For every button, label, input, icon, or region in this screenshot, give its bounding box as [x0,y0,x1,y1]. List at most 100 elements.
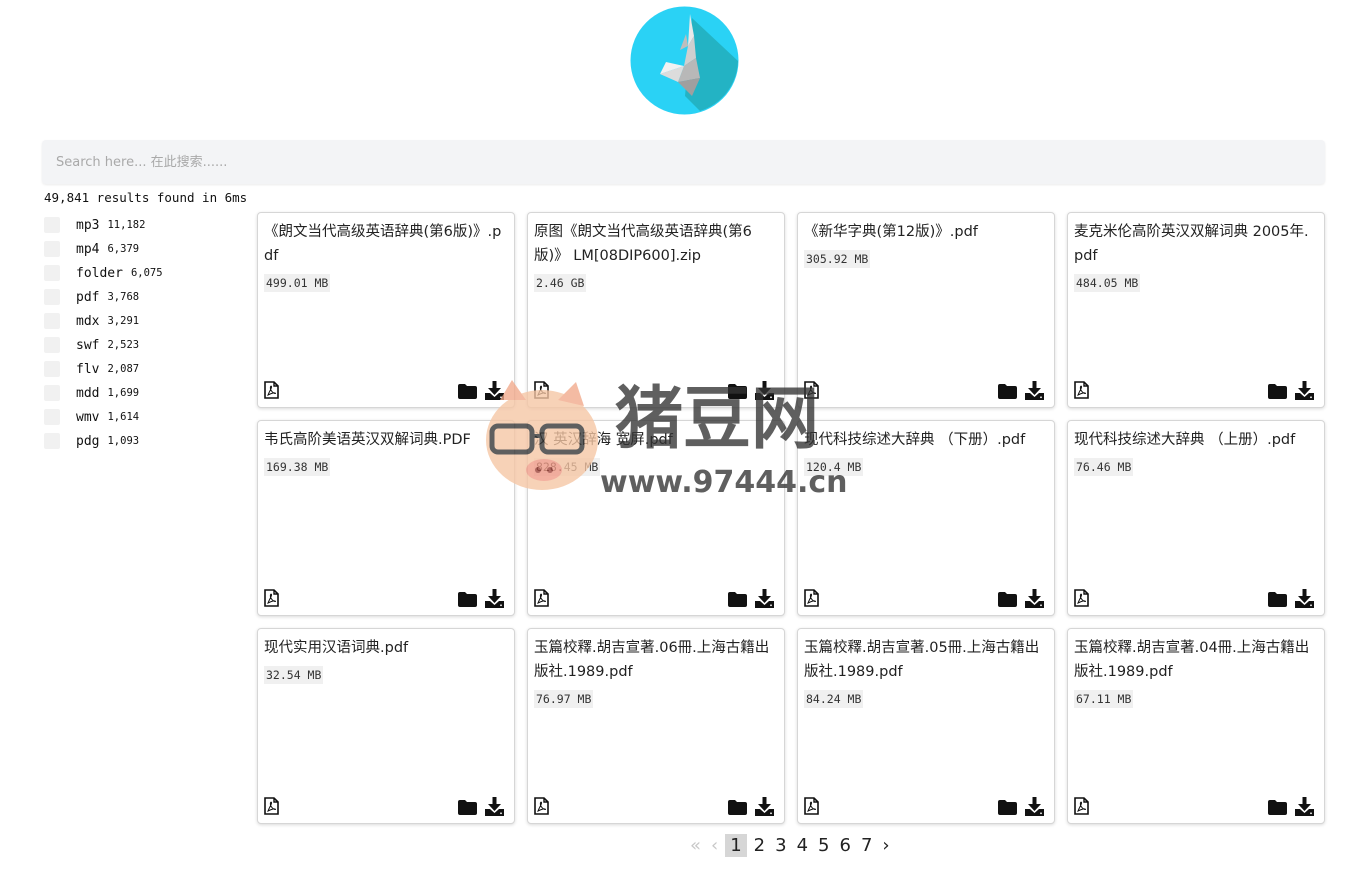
result-card[interactable]: 《新华字典(第12版)》.pdf 305.92 MB [797,212,1055,408]
prev-page-button[interactable]: ‹ [711,835,718,856]
facet-label: swf [76,337,100,353]
result-card[interactable]: 原图《朗文当代高级英语辞典(第6版)》 LM[08DIP600].zip 2.46… [527,212,785,408]
download-icon[interactable] [1025,797,1044,816]
search-bar[interactable] [42,140,1325,184]
pdf-file-icon [534,797,549,815]
folder-icon[interactable] [458,592,477,607]
result-card[interactable]: 汉 英汉辞海 宽屏.pdf 828.45 MB [527,420,785,616]
result-title[interactable]: 现代科技综述大辞典 （上册）.pdf [1074,428,1316,452]
pdf-file-icon [264,381,279,399]
result-title[interactable]: 韦氏高阶美语英汉双解词典.PDF [264,428,506,452]
folder-icon[interactable] [1268,384,1287,399]
download-icon[interactable] [755,797,774,816]
bird-logo-icon [630,6,739,115]
facet-checkbox[interactable] [44,265,60,281]
download-icon[interactable] [1295,381,1314,400]
facet-item-pdf[interactable]: pdf 3,768 [44,285,244,309]
search-input[interactable] [42,140,1325,184]
facet-item-mp3[interactable]: mp3 11,182 [44,213,244,237]
folder-icon[interactable] [998,800,1017,815]
result-title[interactable]: 原图《朗文当代高级英语辞典(第6版)》 LM[08DIP600].zip [534,220,776,268]
result-size: 120.4 MB [804,458,864,476]
facet-checkbox[interactable] [44,337,60,353]
download-icon[interactable] [1025,589,1044,608]
pdf-file-icon [534,381,549,399]
result-size: 32.54 MB [264,666,324,684]
pdf-file-icon [1074,797,1089,815]
folder-icon[interactable] [1268,800,1287,815]
next-page-button[interactable]: › [882,835,889,856]
result-card[interactable]: 玉篇校釋.胡吉宣著.04冊.上海古籍出版社.1989.pdf 67.11 MB [1067,628,1325,824]
facet-checkbox[interactable] [44,313,60,329]
first-page-button[interactable]: « [690,835,701,856]
result-title[interactable]: 玉篇校釋.胡吉宣著.04冊.上海古籍出版社.1989.pdf [1074,636,1316,684]
result-title[interactable]: 现代实用汉语词典.pdf [264,636,506,660]
result-card[interactable]: 现代科技综述大辞典 （上册）.pdf 76.46 MB [1067,420,1325,616]
result-size: 499.01 MB [264,274,331,292]
page-link-4[interactable]: 4 [797,835,808,856]
pdf-file-icon [1074,589,1089,607]
result-title[interactable]: 玉篇校釋.胡吉宣著.05冊.上海古籍出版社.1989.pdf [804,636,1046,684]
folder-icon[interactable] [458,384,477,399]
download-icon[interactable] [485,797,504,816]
facet-item-mdx[interactable]: mdx 3,291 [44,309,244,333]
pdf-file-icon [804,797,819,815]
pdf-file-icon [804,381,819,399]
facet-count: 1,093 [107,435,140,447]
folder-icon[interactable] [1268,592,1287,607]
facet-item-pdg[interactable]: pdg 1,093 [44,429,244,453]
result-card[interactable]: 现代实用汉语词典.pdf 32.54 MB [257,628,515,824]
page-link-5[interactable]: 5 [818,835,829,856]
site-logo[interactable] [630,6,739,115]
facet-count: 6,075 [130,267,163,279]
download-icon[interactable] [485,381,504,400]
facet-item-flv[interactable]: flv 2,087 [44,357,244,381]
result-title[interactable]: 汉 英汉辞海 宽屏.pdf [534,428,776,452]
page-link-3[interactable]: 3 [775,835,786,856]
facet-count: 11,182 [107,219,146,231]
folder-icon[interactable] [728,592,747,607]
result-title[interactable]: 麦克米伦高阶英汉双解词典 2005年.pdf [1074,220,1316,268]
download-icon[interactable] [1295,797,1314,816]
result-card[interactable]: 韦氏高阶美语英汉双解词典.PDF 169.38 MB [257,420,515,616]
result-card[interactable]: 现代科技综述大辞典 （下册）.pdf 120.4 MB [797,420,1055,616]
facet-item-mp4[interactable]: mp4 6,379 [44,237,244,261]
facet-checkbox[interactable] [44,361,60,377]
folder-icon[interactable] [458,800,477,815]
result-card[interactable]: 《朗文当代高级英语辞典(第6版)》.pdf 499.01 MB [257,212,515,408]
page-link-2[interactable]: 2 [754,835,765,856]
folder-icon[interactable] [728,384,747,399]
page-link-1[interactable]: 1 [725,833,747,857]
download-icon[interactable] [755,381,774,400]
result-card[interactable]: 玉篇校釋.胡吉宣著.05冊.上海古籍出版社.1989.pdf 84.24 MB [797,628,1055,824]
facet-item-folder[interactable]: folder 6,075 [44,261,244,285]
result-card[interactable]: 玉篇校釋.胡吉宣著.06冊.上海古籍出版社.1989.pdf 76.97 MB [527,628,785,824]
result-title[interactable]: 《新华字典(第12版)》.pdf [804,220,1046,244]
download-icon[interactable] [1025,381,1044,400]
facet-checkbox[interactable] [44,385,60,401]
result-title[interactable]: 玉篇校釋.胡吉宣著.06冊.上海古籍出版社.1989.pdf [534,636,776,684]
download-icon[interactable] [1295,589,1314,608]
download-icon[interactable] [485,589,504,608]
facet-item-wmv[interactable]: wmv 1,614 [44,405,244,429]
facet-checkbox[interactable] [44,409,60,425]
facet-count: 3,291 [107,315,140,327]
folder-icon[interactable] [998,592,1017,607]
result-title[interactable]: 现代科技综述大辞典 （下册）.pdf [804,428,1046,452]
facet-checkbox[interactable] [44,289,60,305]
facet-checkbox[interactable] [44,217,60,233]
result-size: 76.97 MB [534,690,594,708]
download-icon[interactable] [755,589,774,608]
folder-icon[interactable] [728,800,747,815]
facet-checkbox[interactable] [44,241,60,257]
facet-item-swf[interactable]: swf 2,523 [44,333,244,357]
facet-count: 2,087 [107,363,140,375]
result-card[interactable]: 麦克米伦高阶英汉双解词典 2005年.pdf 484.05 MB [1067,212,1325,408]
page-link-6[interactable]: 6 [839,835,850,856]
page-link-7[interactable]: 7 [861,835,872,856]
facet-item-mdd[interactable]: mdd 1,699 [44,381,244,405]
result-size: 484.05 MB [1074,274,1141,292]
result-title[interactable]: 《朗文当代高级英语辞典(第6版)》.pdf [264,220,506,268]
facet-checkbox[interactable] [44,433,60,449]
folder-icon[interactable] [998,384,1017,399]
